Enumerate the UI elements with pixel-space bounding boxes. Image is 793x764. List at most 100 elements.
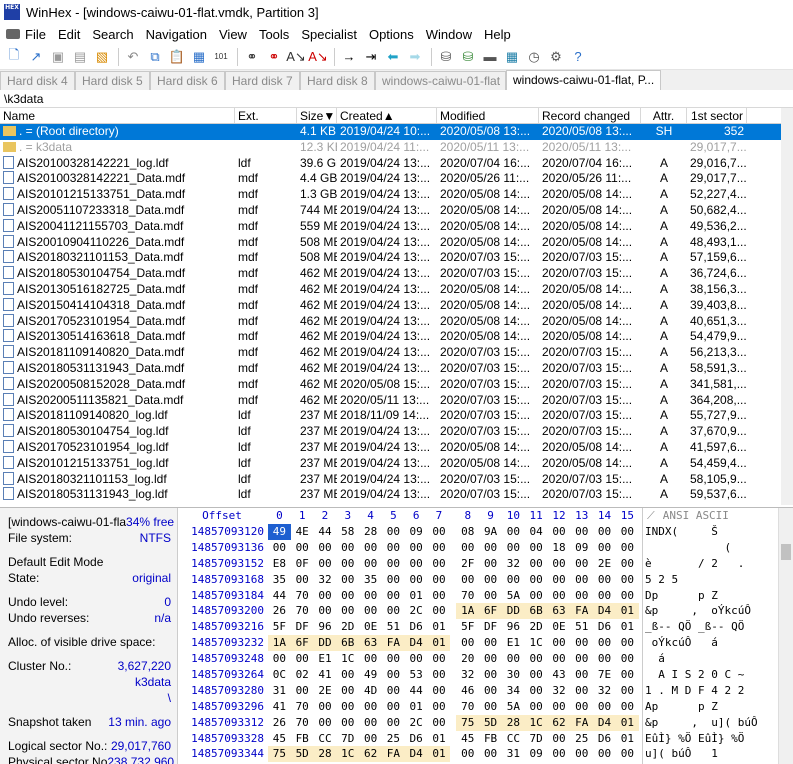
hex-byte[interactable]: 00 — [525, 588, 548, 604]
hex-byte[interactable]: 00 — [479, 588, 502, 604]
hex-byte[interactable]: 35 — [268, 572, 291, 588]
hex-byte[interactable]: 00 — [336, 588, 359, 604]
hex-byte[interactable]: 7E — [593, 667, 616, 683]
hex-byte[interactable]: 63 — [547, 603, 571, 620]
hex-byte[interactable]: 1C — [336, 651, 359, 667]
file-row[interactable]: AIS20130514163618_Data.mdf mdf 462 MB2019/… — [0, 329, 793, 345]
hex-byte[interactable]: 18 — [548, 540, 571, 556]
col-created[interactable]: Created▲ — [337, 108, 437, 123]
hex-byte[interactable]: 00 — [548, 635, 571, 651]
hex-byte[interactable]: 00 — [359, 715, 382, 731]
hex-byte[interactable]: 2C — [405, 603, 428, 619]
hex-byte[interactable]: 28 — [313, 746, 337, 763]
hex-byte[interactable]: E8 — [268, 556, 291, 572]
hex-byte[interactable]: 34 — [502, 683, 525, 699]
calculator-icon[interactable]: ▦ — [502, 47, 522, 67]
hex-byte[interactable]: 00 — [616, 556, 639, 572]
hex-byte[interactable]: 62 — [547, 714, 571, 731]
hex-byte[interactable]: 00 — [593, 540, 616, 556]
hex-byte[interactable]: 00 — [593, 651, 616, 667]
clock-icon[interactable]: ◷ — [524, 47, 544, 67]
hex-byte[interactable]: DD — [501, 603, 525, 620]
col-record-changed[interactable]: Record changed — [539, 108, 641, 123]
file-row[interactable]: AIS20180530104754_Data.mdf mdf 462 MB2019/… — [0, 266, 793, 282]
file-row[interactable]: AIS20130516182725_Data.mdf mdf 462 MB2019/… — [0, 281, 793, 298]
hex-byte[interactable]: D4 — [404, 635, 428, 652]
file-row[interactable]: . = (Root directory) 4.1 KB 2019/04/24 10:… — [0, 124, 793, 140]
hex-byte[interactable]: 00 — [525, 556, 548, 572]
hex-byte[interactable]: DF — [479, 619, 502, 635]
hex-byte[interactable]: 75 — [268, 746, 291, 763]
hex-byte[interactable]: 00 — [428, 588, 451, 604]
hex-byte[interactable]: 45 — [268, 731, 291, 747]
hex-byte[interactable]: 00 — [593, 635, 616, 651]
hex-byte[interactable]: 00 — [616, 699, 639, 715]
hex-byte[interactable]: 00 — [525, 572, 548, 588]
hex-byte[interactable]: 1C — [524, 714, 548, 731]
file-row[interactable]: . = k3data 12.3 KB2019/04/24 11:... 2020/0… — [0, 140, 793, 156]
hex-byte[interactable]: 00 — [428, 699, 451, 715]
hex-byte[interactable]: 46 — [456, 683, 479, 699]
hex-byte[interactable]: D4 — [593, 603, 616, 620]
hex-byte[interactable]: 00 — [359, 556, 382, 572]
hex-scrollbar-thumb[interactable] — [781, 544, 791, 560]
hex-byte[interactable]: 00 — [382, 556, 405, 572]
hex-byte[interactable]: 58 — [336, 524, 359, 540]
hex-byte[interactable]: D6 — [593, 619, 616, 635]
hex-byte[interactable]: 00 — [525, 699, 548, 715]
hex-byte[interactable]: 00 — [382, 588, 405, 604]
hex-byte[interactable]: 01 — [615, 714, 639, 731]
hex-byte[interactable]: 00 — [405, 572, 428, 588]
ascii-row[interactable]: 1 . M D F 4 2 2 — [643, 683, 778, 699]
hex-byte[interactable]: 00 — [359, 540, 382, 556]
hex-byte[interactable]: FA — [381, 746, 405, 763]
menu-tools[interactable]: Tools — [259, 27, 289, 42]
hex-byte[interactable]: 01 — [616, 619, 639, 635]
open-disk-icon[interactable]: ⛁ — [458, 47, 478, 67]
file-row[interactable]: AIS20101215133751_log.ldf ldf 237 MB2019/0… — [0, 455, 793, 472]
hex-byte[interactable]: 09 — [405, 524, 428, 540]
hex-byte[interactable]: 70 — [291, 588, 314, 604]
hex-byte[interactable]: 00 — [616, 635, 639, 651]
hex-byte[interactable]: 00 — [428, 667, 451, 683]
ascii-row[interactable]: Dp p Z — [643, 588, 778, 604]
menu-help[interactable]: Help — [484, 27, 511, 42]
hex-byte[interactable]: 51 — [570, 619, 593, 635]
hex-byte[interactable]: 00 — [479, 651, 502, 667]
hex-byte[interactable]: 00 — [314, 715, 337, 731]
hex-byte[interactable]: 0C — [268, 667, 291, 683]
hex-byte[interactable]: 00 — [314, 603, 337, 619]
tab-hard-disk-4[interactable]: Hard disk 4 — [0, 71, 75, 90]
file-row[interactable]: AIS20180531131943_Data.mdf mdf 462 MB2019/… — [0, 360, 793, 377]
file-row[interactable]: AIS20100328142221_log.ldf ldf 39.6 GB2019/… — [0, 155, 793, 172]
hex-byte[interactable]: 41 — [314, 667, 337, 683]
hex-byte[interactable]: 00 — [382, 683, 405, 699]
hex-byte[interactable]: 00 — [502, 524, 525, 540]
hex-byte[interactable]: 00 — [291, 540, 314, 556]
hex-byte[interactable]: 00 — [616, 667, 639, 683]
file-row[interactable]: AIS20051107233318_Data.mdf mdf 744 MB2019/… — [0, 202, 793, 219]
hex-byte[interactable]: 00 — [570, 651, 593, 667]
file-row[interactable]: AIS20181109140820_log.ldf ldf 237 MB2018/1… — [0, 408, 793, 424]
help-icon[interactable]: ? — [568, 47, 588, 67]
hex-byte[interactable]: 35 — [359, 572, 382, 588]
hex-byte[interactable]: 44 — [405, 683, 428, 699]
replace-hex-icon[interactable]: A↘ — [308, 47, 328, 67]
hex-byte[interactable]: 01 — [427, 635, 451, 652]
ascii-row[interactable]: &p , u]( búÔ — [643, 715, 778, 731]
hex-byte[interactable]: 00 — [593, 699, 616, 715]
hex-byte[interactable]: 00 — [382, 603, 405, 619]
hex-byte[interactable]: 00 — [548, 524, 571, 540]
col-ext[interactable]: Ext. — [235, 108, 297, 123]
hex-byte[interactable]: 1A — [456, 603, 480, 620]
hex-byte[interactable]: CC — [502, 731, 525, 747]
hex-byte[interactable]: 96 — [314, 619, 337, 635]
hex-byte[interactable]: 6B — [336, 635, 360, 652]
hex-byte[interactable]: 75 — [456, 714, 480, 731]
hex-byte[interactable]: 00 — [291, 572, 314, 588]
hex-byte[interactable]: 00 — [502, 540, 525, 556]
hex-byte[interactable]: 00 — [570, 556, 593, 572]
menu-specialist[interactable]: Specialist — [301, 27, 357, 42]
hex-byte[interactable]: 00 — [405, 540, 428, 556]
hex-byte[interactable]: 00 — [570, 699, 593, 715]
